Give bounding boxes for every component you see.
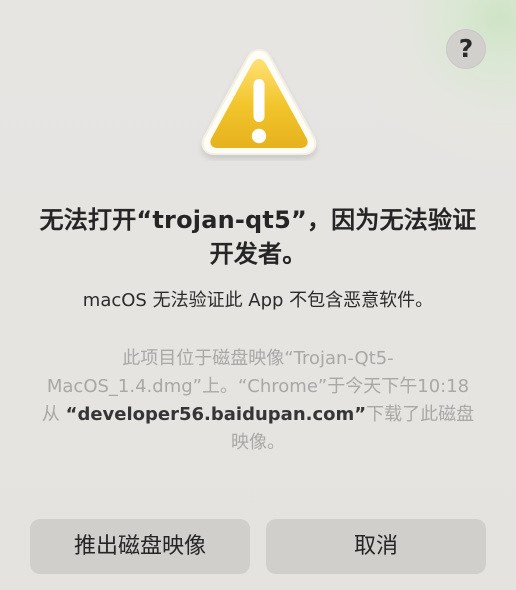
- alert-message: macOS 无法验证此 App 不包含恶意软件。: [82, 290, 434, 311]
- question-mark-icon: ?: [458, 34, 474, 63]
- cancel-button[interactable]: 取消: [266, 519, 486, 574]
- eject-disk-image-button[interactable]: 推出磁盘映像: [30, 519, 250, 574]
- security-alert-dialog: ? 无法打开“trojan-qt5”，因为无法验证开发者。 macOS 无法验证…: [0, 0, 516, 590]
- alert-title: 无法打开“trojan-qt5”，因为无法验证开发者。: [38, 203, 478, 271]
- help-button[interactable]: ?: [446, 29, 486, 69]
- warning-triangle-icon: [201, 48, 317, 155]
- title-prefix: 无法打开: [39, 206, 137, 234]
- app-name: “trojan-qt5”: [136, 206, 307, 234]
- download-info: 此项目位于磁盘映像“Trojan-Qt5-MacOS_1.4.dmg”上。“Ch…: [36, 345, 480, 457]
- download-source: “developer56.baidupan.com”: [65, 404, 367, 425]
